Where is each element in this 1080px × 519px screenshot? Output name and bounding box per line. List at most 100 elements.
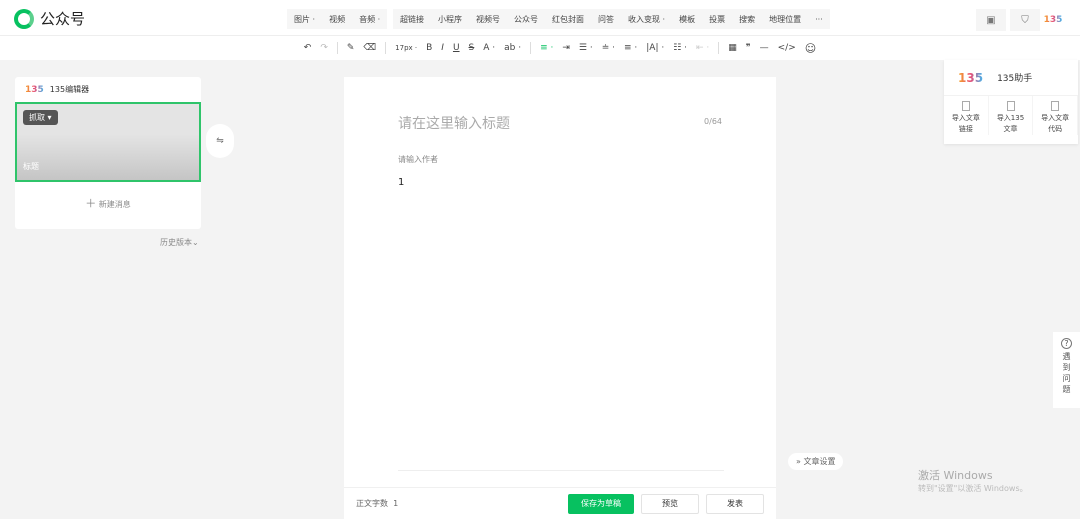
insert-search[interactable]: 搜索 <box>732 14 762 25</box>
format-painter-icon[interactable]: ✎ <box>347 43 355 53</box>
app-logo[interactable]: 公众号 <box>14 8 85 29</box>
word-count-label: 正文字数 <box>356 499 388 508</box>
import-135-article[interactable]: 导入135 文章 <box>989 96 1034 135</box>
insert-location[interactable]: 地理位置 <box>762 14 808 25</box>
chevron-down-icon: » <box>796 457 801 466</box>
letter-spacing-icon[interactable]: |A| · <box>646 43 664 53</box>
plus-icon: ＋ <box>85 197 97 210</box>
insert-redpacket[interactable]: 红包封面 <box>545 14 591 25</box>
strikethrough-icon[interactable]: S <box>469 43 475 53</box>
question-icon: ? <box>1061 338 1072 349</box>
insert-template[interactable]: 模板 <box>672 14 702 25</box>
help-char: 题 <box>1062 385 1071 394</box>
helper-title: 135助手 <box>997 74 1033 84</box>
font-color-icon[interactable]: A · <box>483 43 495 53</box>
insert-account[interactable]: 公众号 <box>507 14 545 25</box>
code-icon[interactable]: </> <box>778 43 796 53</box>
italic-icon[interactable]: I <box>441 43 444 53</box>
title-count: 0/64 <box>704 117 722 126</box>
background-color-icon[interactable]: ab · <box>504 43 521 53</box>
insert-media-group: 图片 · 视频 音频 · <box>287 9 388 29</box>
help-char: 问 <box>1062 374 1071 383</box>
135-helper-panel: 135 135助手 导入文章 链接 导入135 文章 导入文章 代码 <box>944 60 1079 144</box>
grab-label: 抓取 <box>29 113 45 122</box>
135-logo: 135 <box>958 70 984 85</box>
divider <box>718 42 720 54</box>
mobile-preview-icon[interactable]: ▣ <box>976 9 1006 31</box>
insert-vote[interactable]: 投票 <box>702 14 732 25</box>
windows-watermark-title: 激活 Windows <box>918 469 993 482</box>
article-cover[interactable]: 抓取 ▾ 标题 <box>15 102 201 182</box>
history-label: 历史版本 <box>160 238 192 247</box>
title-input[interactable]: 请在这里输入标题 <box>398 113 510 133</box>
cover-title: 标题 <box>23 162 39 171</box>
grab-dropdown[interactable]: 抓取 ▾ <box>23 110 58 125</box>
editor-footer: 正文字数 1 保存为草稿 预览 发表 <box>344 487 776 519</box>
top-bar: 公众号 图片 · 视频 音频 · 超链接 小程序 视频号 公众号 红包封面 问答… <box>0 0 1080 36</box>
document-icon <box>1006 101 1015 111</box>
publish-button[interactable]: 发表 <box>706 493 764 514</box>
document-icon <box>1051 101 1060 111</box>
article-settings-label: 文章设置 <box>803 457 836 466</box>
align-icon[interactable]: ≡ · <box>540 43 553 53</box>
divider <box>398 470 724 471</box>
word-count-value: 1 <box>393 499 399 508</box>
undo-icon[interactable]: ↶ <box>304 43 312 53</box>
line-height-icon[interactable]: ≡ · <box>624 43 637 53</box>
insert-channels[interactable]: 视频号 <box>469 14 507 25</box>
list-icon[interactable]: ☷ · <box>673 43 687 53</box>
more-button[interactable]: ··· <box>808 15 830 24</box>
windows-watermark-subtitle: 转到"设置"以激活 Windows。 <box>918 484 1028 493</box>
outdent-icon[interactable]: ⇤ · <box>696 43 709 53</box>
help-char: 到 <box>1062 363 1071 372</box>
font-size-select[interactable]: 17px · <box>395 44 417 52</box>
swap-icon[interactable]: ⇋ <box>206 124 234 158</box>
help-button[interactable]: ? 遇 到 问 题 <box>1053 332 1080 408</box>
save-draft-button[interactable]: 保存为草稿 <box>568 493 634 514</box>
horizontal-rule-icon[interactable]: — <box>760 43 769 53</box>
preview-button[interactable]: 预览 <box>641 493 699 514</box>
table-icon[interactable]: ▦ <box>728 43 737 53</box>
paragraph-spacing-icon[interactable]: ☰ · <box>579 43 593 53</box>
shield-icon[interactable]: ⛉ <box>1010 9 1040 31</box>
insert-audio[interactable]: 音频 · <box>352 14 387 25</box>
emoji-icon[interactable]: ☺ <box>805 42 816 55</box>
paragraph-before-icon[interactable]: ≐ · <box>602 43 615 53</box>
insert-other-group: 超链接 小程序 视频号 公众号 红包封面 问答 收入变现 · 模板 投票 搜索 … <box>393 9 830 29</box>
135-logo: 135 <box>25 84 44 95</box>
insert-link[interactable]: 超链接 <box>393 14 431 25</box>
editor-area: 请在这里输入标题 0/64 请输入作者 1 正文字数 1 保存为草稿 预览 发表 <box>344 77 776 519</box>
bold-icon[interactable]: B <box>426 43 432 53</box>
insert-miniprogram[interactable]: 小程序 <box>431 14 469 25</box>
wechat-logo-icon <box>14 8 34 29</box>
author-input[interactable]: 请输入作者 <box>398 154 438 165</box>
history-version-button[interactable]: 历史版本⌄ <box>160 237 199 248</box>
divider <box>336 42 338 54</box>
editor-name: 135编辑器 <box>49 85 90 94</box>
new-message-button[interactable]: ＋ 新建消息 <box>15 195 201 211</box>
help-char: 遇 <box>1062 352 1071 361</box>
format-toolbar: ↶ ↷ ✎ ⌫ 17px · B I U S A · ab · ≡ · ⇥ ☰ … <box>0 36 1080 60</box>
indent-icon[interactable]: ⇥ <box>562 43 570 53</box>
import-code-label: 导入文章 代码 <box>1041 114 1070 133</box>
insert-qa[interactable]: 问答 <box>591 14 621 25</box>
insert-monetize[interactable]: 收入变现 · <box>621 14 672 25</box>
import-article-link[interactable]: 导入文章 链接 <box>944 96 989 135</box>
import-135-label: 导入135 文章 <box>996 114 1025 133</box>
insert-video[interactable]: 视频 <box>322 14 352 25</box>
redo-icon[interactable]: ↷ <box>320 43 328 53</box>
135-plugin-button[interactable]: 135 <box>1038 9 1068 31</box>
document-icon <box>961 101 970 111</box>
article-settings-button[interactable]: » 文章设置 <box>788 453 844 470</box>
quote-icon[interactable]: ❞ <box>746 43 751 53</box>
divider <box>385 42 387 54</box>
import-article-code[interactable]: 导入文章 代码 <box>1033 96 1079 135</box>
underline-icon[interactable]: U <box>453 43 460 53</box>
insert-image[interactable]: 图片 · <box>287 14 322 25</box>
article-list-card: 135 135编辑器 抓取 ▾ 标题 ＋ 新建消息 <box>15 77 201 229</box>
import-link-label: 导入文章 链接 <box>951 114 980 133</box>
clear-format-icon[interactable]: ⌫ <box>363 43 376 53</box>
word-count: 正文字数 1 <box>356 498 561 509</box>
body-content[interactable]: 1 <box>398 177 404 188</box>
divider <box>530 42 532 54</box>
